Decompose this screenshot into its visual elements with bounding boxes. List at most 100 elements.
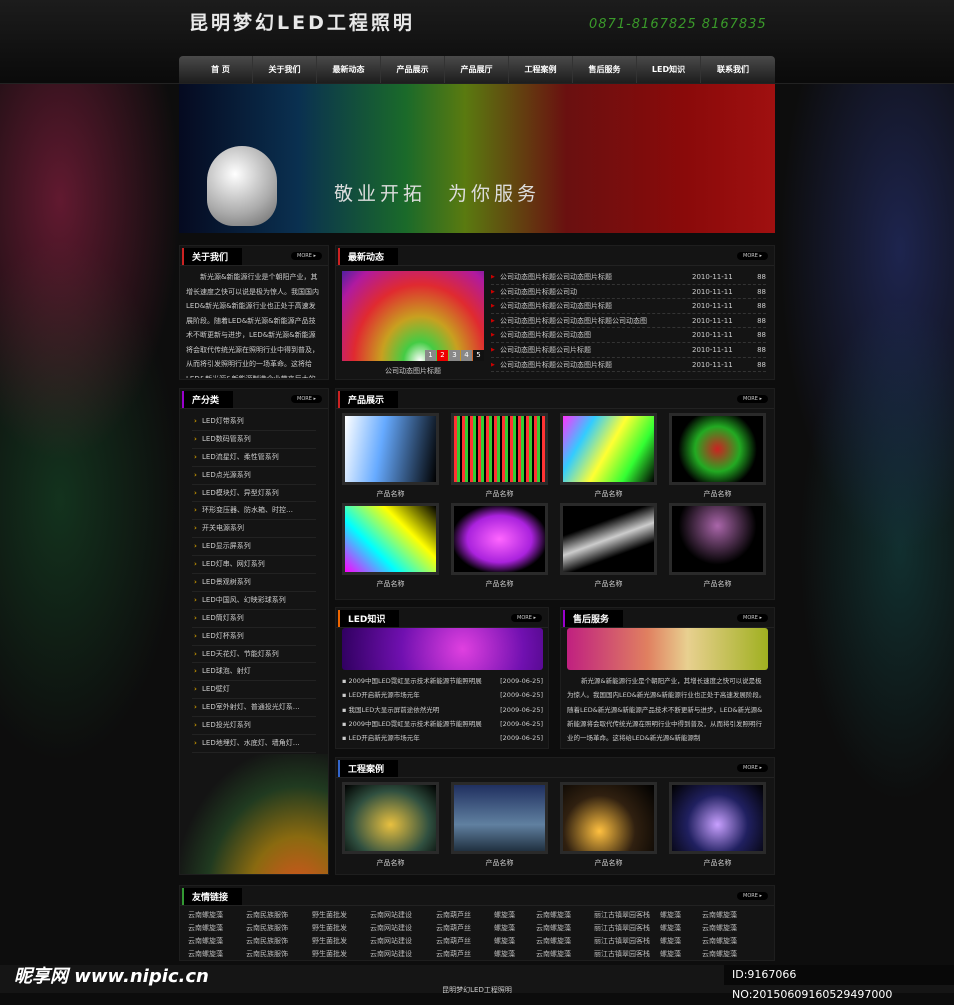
product-name[interactable]: 产品名称 [669,579,766,589]
slideshow-caption[interactable]: 公司动态图片标题 [342,366,484,376]
pager-button[interactable]: 1 [425,350,436,361]
nav-item[interactable]: LED知识 [637,56,701,83]
friend-link[interactable]: 云南螺旋藻 [536,922,594,934]
news-title[interactable]: 公司动态图片标题公司片标题 [491,343,692,357]
friend-link[interactable]: 野生菌批发 [312,935,370,947]
news-title[interactable]: 公司动态图片标题公司动态图片标题 [491,270,692,284]
product-item[interactable]: 产品名称 [560,503,657,593]
friend-link[interactable]: 螺旋藻 [494,935,536,947]
friend-link[interactable]: 螺旋藻 [494,922,536,934]
friend-link[interactable]: 云南螺旋藻 [536,909,594,921]
nav-item[interactable]: 最新动态 [317,56,381,83]
category-item[interactable]: LED球泡、射灯 [192,663,316,682]
friend-link[interactable]: 云南螺旋藻 [188,948,246,960]
product-name[interactable]: 产品名称 [342,489,439,499]
news-item[interactable]: 公司动态图片标题公司片标题2010-11-11 88 [491,343,766,358]
product-name[interactable]: 产品名称 [560,579,657,589]
pager-button[interactable]: 2 [437,350,448,361]
case-item[interactable]: 产品名称 [560,782,657,872]
product-image[interactable] [342,503,439,575]
category-item[interactable]: LED筒灯系列 [192,610,316,628]
product-item[interactable]: 产品名称 [669,503,766,593]
friend-link[interactable]: 云南网站建设 [370,935,436,947]
friend-link[interactable]: 云南民族服饰 [246,909,312,921]
friend-link[interactable]: 云南民族服饰 [246,935,312,947]
news-item[interactable]: 公司动态图片标题公司动态图片标题公司动态图2010-11-11 88 [491,314,766,329]
case-name[interactable]: 产品名称 [669,858,766,868]
case-name[interactable]: 产品名称 [342,858,439,868]
category-item[interactable]: LED中国风、幻映彩球系列 [192,592,316,610]
case-image[interactable] [342,782,439,854]
friend-link[interactable]: 云南螺旋藻 [536,948,594,960]
friend-link[interactable]: 云南民族服饰 [246,948,312,960]
product-image[interactable] [560,413,657,485]
friend-link[interactable]: 野生菌批发 [312,909,370,921]
product-image[interactable] [342,413,439,485]
nav-item[interactable]: 关于我们 [253,56,317,83]
news-item[interactable]: 公司动态图片标题公司动2010-11-11 88 [491,285,766,300]
category-item[interactable]: LED流星灯、柔性管系列 [192,449,316,467]
site-logo[interactable]: 昆明梦幻LED工程照明 [189,8,415,35]
friend-link[interactable]: 丽江古镇翠园客栈 [594,935,660,947]
friend-link[interactable]: 丽江古镇翠园客栈 [594,909,660,921]
category-item[interactable]: LED投光灯系列 [192,717,316,736]
product-name[interactable]: 产品名称 [451,579,548,589]
friend-link[interactable]: 云南螺旋藻 [188,922,246,934]
friend-link[interactable]: 云南螺旋藻 [702,922,752,934]
friend-link[interactable]: 丽江古镇翠园客栈 [594,922,660,934]
product-item[interactable]: 产品名称 [342,413,439,503]
category-item[interactable]: LED灯带系列 [192,413,316,431]
knowledge-title[interactable]: ▪ 我国LED大显示屏前途依然光明 [342,703,439,717]
friend-link[interactable]: 云南网站建设 [370,948,436,960]
case-name[interactable]: 产品名称 [451,858,548,868]
news-item[interactable]: 公司动态图片标题公司动态图2010-11-11 88 [491,328,766,343]
category-item[interactable]: LED数码管系列 [192,431,316,449]
category-item[interactable]: LED显示屏系列 [192,538,316,557]
more-button[interactable]: MORE ▸ [737,395,768,403]
knowledge-item[interactable]: ▪ 我国LED大显示屏前途依然光明 [2009-06-25] [342,703,543,717]
knowledge-title[interactable]: ▪ 2009中国LED霓虹显示技术新能源节能照明展 [342,674,482,688]
knowledge-title[interactable]: ▪ LED开启新光源市场元年 [342,731,420,745]
product-image[interactable] [560,503,657,575]
nav-item[interactable]: 产品展厅 [445,56,509,83]
category-item[interactable]: LED模块灯、异型灯系列 [192,485,316,503]
pager-button[interactable]: 4 [461,350,472,361]
friend-link[interactable]: 螺旋藻 [494,909,536,921]
friend-link[interactable]: 螺旋藻 [660,948,702,960]
friend-link[interactable]: 丽江古镇翠园客栈 [594,948,660,960]
category-item[interactable]: LED景观树系列 [192,574,316,592]
case-image[interactable] [451,782,548,854]
case-name[interactable]: 产品名称 [560,858,657,868]
friend-link[interactable]: 螺旋藻 [660,909,702,921]
product-name[interactable]: 产品名称 [669,489,766,499]
product-name[interactable]: 产品名称 [560,489,657,499]
nav-item[interactable]: 售后服务 [573,56,637,83]
case-item[interactable]: 产品名称 [451,782,548,872]
news-item[interactable]: 公司动态图片标题公司动态图片标题2010-11-11 88 [491,299,766,314]
pager-button[interactable]: 3 [449,350,460,361]
friend-link[interactable]: 云南螺旋藻 [536,935,594,947]
news-item[interactable]: 公司动态图片标题公司动态图片标题2010-11-11 88 [491,270,766,285]
category-item[interactable]: LED天花灯、节能灯系列 [192,646,316,664]
nav-item[interactable]: 产品展示 [381,56,445,83]
category-item[interactable]: LED室外射灯、普通投光灯系… [192,699,316,718]
friend-link[interactable]: 云南螺旋藻 [188,909,246,921]
knowledge-title[interactable]: ▪ 2009中国LED霓虹显示技术新能源节能照明展 [342,717,482,731]
nav-item[interactable]: 联系我们 [701,56,765,83]
friend-link[interactable]: 云南民族服饰 [246,922,312,934]
friend-link[interactable]: 云南螺旋藻 [702,935,752,947]
product-name[interactable]: 产品名称 [342,579,439,589]
knowledge-title[interactable]: ▪ LED开启新光源市场元年 [342,688,420,702]
more-button[interactable]: MORE ▸ [511,614,542,622]
more-button[interactable]: MORE ▸ [291,252,322,260]
knowledge-item[interactable]: ▪ LED开启新光源市场元年 [2009-06-25] [342,731,543,745]
friend-link[interactable]: 云南葫芦丝 [436,922,494,934]
category-item[interactable]: LED点光源系列 [192,467,316,485]
knowledge-item[interactable]: ▪ 2009中国LED霓虹显示技术新能源节能照明展 [2009-06-25] [342,717,543,731]
friend-link[interactable]: 螺旋藻 [660,935,702,947]
product-name[interactable]: 产品名称 [451,489,548,499]
knowledge-item[interactable]: ▪ 2009中国LED霓虹显示技术新能源节能照明展 [2009-06-25] [342,674,543,688]
news-title[interactable]: 公司动态图片标题公司动态图片标题 [491,299,692,313]
knowledge-item[interactable]: ▪ LED开启新光源市场元年 [2009-06-25] [342,688,543,702]
product-item[interactable]: 产品名称 [669,413,766,503]
